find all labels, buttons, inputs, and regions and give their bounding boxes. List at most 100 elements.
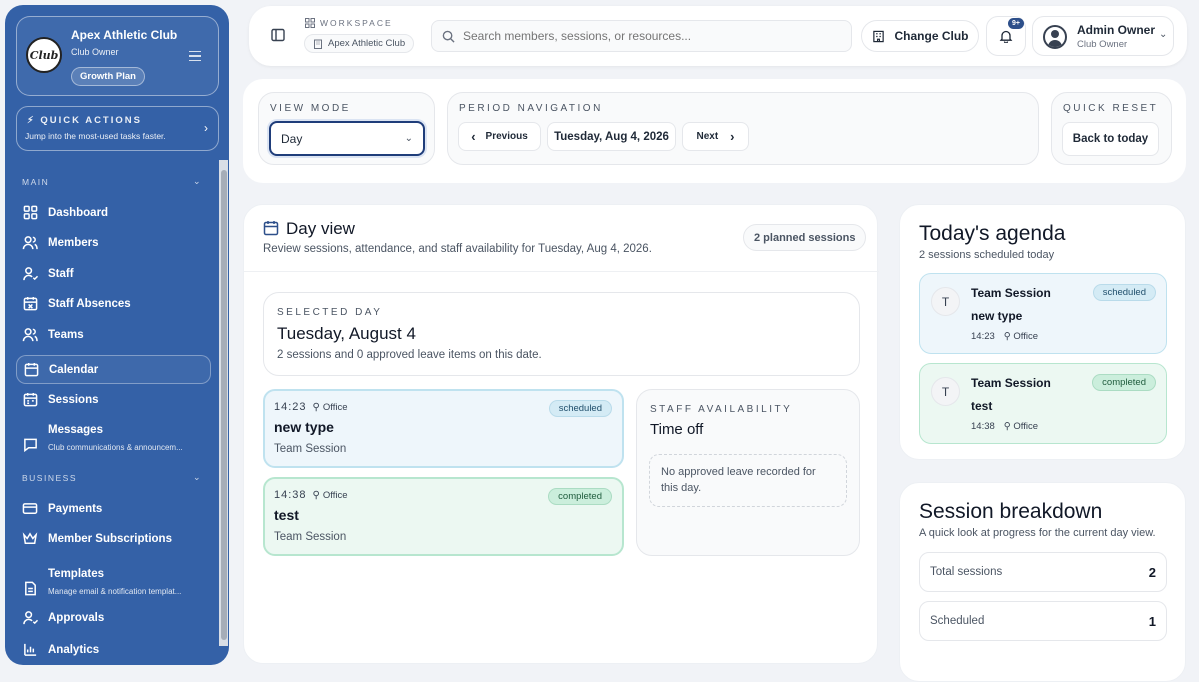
sidebar-item-staff[interactable]: Staff	[16, 259, 211, 288]
agenda-item-name: Team Session	[971, 376, 1051, 390]
current-period[interactable]: Tuesday, Aug 4, 2026	[547, 122, 676, 151]
breakdown-title: Session breakdown	[919, 500, 1103, 523]
sessions-icon	[22, 392, 38, 408]
search-box[interactable]	[431, 20, 852, 52]
section-main-label: MAIN	[22, 177, 50, 187]
session-name: new type	[274, 419, 334, 435]
top-bar: WORKSPACE Apex Athletic Club Change Club…	[249, 6, 1187, 66]
search-input[interactable]	[463, 29, 833, 43]
menu-icon[interactable]	[189, 51, 201, 61]
agenda-item-meta: 14:38 ⚲ Office	[971, 421, 1038, 432]
sidebar-item-teams[interactable]: Teams	[16, 320, 211, 349]
period-navigation-card: PERIOD NAVIGATION ‹ Previous Tuesday, Au…	[447, 92, 1039, 165]
crown-icon	[22, 531, 38, 547]
status-badge: completed	[1092, 374, 1156, 391]
sidebar-item-messages[interactable]: Messages Club communications & announcem…	[16, 416, 211, 458]
session-type: Team Session	[274, 443, 347, 455]
selected-day-date: Tuesday, August 4	[277, 324, 416, 343]
calendar-icon	[263, 220, 279, 241]
previous-button[interactable]: ‹ Previous	[458, 122, 541, 151]
previous-label: Previous	[485, 131, 528, 142]
chevron-right-icon: ›	[730, 129, 735, 144]
sidebar-item-sessions[interactable]: Sessions	[16, 385, 211, 414]
workspace-label-text: WORKSPACE	[320, 18, 393, 28]
back-to-today-button[interactable]: Back to today	[1062, 122, 1159, 156]
planned-sessions-badge: 2 planned sessions	[743, 224, 867, 251]
sidebar-item-label: Templates	[48, 568, 105, 580]
sidebar-item-sublabel: Club communications & announcem...	[48, 443, 183, 452]
period-navigation-label: PERIOD NAVIGATION	[459, 103, 603, 114]
panel-toggle-icon[interactable]	[271, 28, 285, 47]
agenda-item-type: new type	[971, 309, 1023, 323]
session-time: 14:23	[274, 401, 307, 413]
lightning-icon: ⚡︎	[27, 115, 36, 126]
agenda-item-name: Team Session	[971, 286, 1051, 300]
staff-availability-label: STAFF AVAILABILITY	[650, 404, 793, 415]
agenda-item[interactable]: T Team Session test 14:38 ⚲ Office compl…	[919, 363, 1167, 444]
dashboard-icon	[22, 205, 38, 221]
agenda-panel: Today's agenda 2 sessions scheduled toda…	[899, 204, 1186, 460]
analytics-icon	[22, 642, 38, 658]
chevron-down-icon[interactable]: ⌄	[193, 472, 201, 483]
agenda-item[interactable]: T Team Session new type 14:23 ⚲ Office s…	[919, 273, 1167, 354]
user-check-icon	[22, 610, 38, 626]
avatar: T	[931, 287, 960, 316]
chevron-down-icon[interactable]: ⌄	[193, 176, 201, 187]
day-view-title: Day view	[286, 219, 355, 238]
user-menu[interactable]: Admin Owner Club Owner ⌄	[1032, 16, 1174, 56]
chevron-down-icon: ⌄	[404, 133, 413, 144]
sidebar-item-members[interactable]: Members	[16, 228, 211, 257]
credit-card-icon	[22, 501, 38, 517]
avatar: T	[931, 377, 960, 406]
session-card[interactable]: 14:23 ⚲ Office scheduled new type Team Se…	[263, 389, 624, 468]
sidebar-item-label: Staff Absences	[48, 297, 131, 310]
session-location: ⚲ Office	[313, 402, 348, 413]
sidebar-item-payments[interactable]: Payments	[16, 494, 211, 523]
workspace-chip[interactable]: Apex Athletic Club	[304, 34, 415, 53]
empty-state: No approved leave recorded for this day.	[649, 454, 847, 507]
view-mode-select[interactable]: Day ⌄	[269, 121, 425, 156]
view-controls: VIEW MODE Day ⌄ PERIOD NAVIGATION ‹ Prev…	[243, 79, 1186, 183]
user-role: Club Owner	[1077, 39, 1128, 50]
club-card[interactable]: Club Apex Athletic Club Club Owner Growt…	[16, 16, 219, 96]
sidebar-item-label: Staff	[48, 267, 74, 280]
workspace-name: Apex Athletic Club	[328, 38, 406, 49]
workspace-label: WORKSPACE	[305, 18, 393, 28]
sidebar-item-label: Sessions	[48, 393, 99, 406]
session-time-row: 14:38 ⚲ Office	[274, 489, 348, 501]
sidebar-item-dashboard[interactable]: Dashboard	[16, 198, 211, 227]
sidebar-item-templates[interactable]: Templates Manage email & notification te…	[16, 560, 211, 602]
sidebar-item-staff-absences[interactable]: Staff Absences	[16, 289, 211, 318]
sidebar-item-label: Approvals	[48, 611, 105, 624]
sidebar-scrollbar-thumb[interactable]	[221, 170, 227, 640]
session-card[interactable]: 14:38 ⚲ Office completed test Team Sessio…	[263, 477, 624, 556]
bell-icon	[999, 30, 1013, 43]
quick-actions-title: ⚡︎ QUICK ACTIONS	[27, 115, 142, 126]
avatar	[1043, 25, 1067, 49]
sidebar-item-member-subscriptions[interactable]: Member Subscriptions	[16, 524, 211, 553]
session-type: Team Session	[274, 531, 347, 543]
calendar-x-icon	[22, 296, 38, 312]
grid-icon	[305, 18, 315, 28]
breakdown-value: 2	[1148, 564, 1156, 580]
session-name: test	[274, 507, 299, 523]
quick-actions-button[interactable]: ⚡︎ QUICK ACTIONS Jump into the most-used…	[16, 106, 219, 151]
club-logo: Club	[26, 37, 62, 73]
session-time: 14:38	[274, 489, 307, 501]
change-club-button[interactable]: Change Club	[861, 20, 979, 52]
sidebar-item-sublabel: Manage email & notification templat...	[48, 587, 182, 596]
session-breakdown-panel: Session breakdown A quick look at progre…	[899, 482, 1186, 682]
sidebar-item-approvals[interactable]: Approvals	[16, 603, 211, 632]
breakdown-row-total: Total sessions 2	[919, 552, 1167, 592]
building-icon	[872, 30, 884, 42]
breakdown-label: Total sessions	[930, 566, 1003, 578]
sidebar-item-analytics[interactable]: Analytics	[16, 635, 211, 664]
agenda-item-type: test	[971, 399, 993, 413]
next-button[interactable]: Next ›	[682, 122, 749, 151]
sidebar-item-calendar[interactable]: Calendar	[16, 355, 211, 384]
breakdown-subtitle: A quick look at progress for the current…	[919, 527, 1156, 539]
breakdown-label: Scheduled	[930, 615, 985, 627]
staff-icon	[22, 266, 38, 282]
calendar-icon	[23, 362, 39, 378]
next-label: Next	[696, 131, 719, 142]
